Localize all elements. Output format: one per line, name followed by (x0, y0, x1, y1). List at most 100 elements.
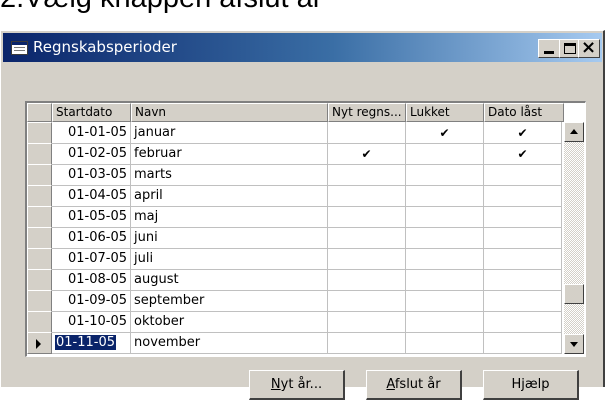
title-bar[interactable]: Regnskabsperioder × (3, 33, 602, 62)
cell-startdato[interactable]: 01-05-05 (52, 206, 131, 228)
column-header-startdato[interactable]: Startdato (52, 103, 131, 122)
column-header-navn[interactable]: Navn (131, 103, 328, 122)
cell-navn[interactable]: juli (131, 248, 328, 270)
cell-startdato[interactable]: 01-06-05 (52, 227, 131, 249)
close-button[interactable]: × (578, 38, 600, 58)
cell-lukket[interactable] (406, 332, 484, 354)
row-selector[interactable] (27, 122, 52, 144)
cell-dato-laast[interactable] (484, 290, 562, 312)
cell-lukket[interactable] (406, 206, 484, 228)
cell-startdato[interactable]: 01-03-05 (52, 164, 131, 186)
cell-navn[interactable]: august (131, 269, 328, 291)
afslut-aar-button[interactable]: Afslut år (366, 370, 462, 400)
table-row[interactable]: 01-06-05 juni (27, 227, 567, 249)
table-row[interactable]: 01-07-05 juli (27, 248, 567, 270)
cell-navn[interactable]: februar (131, 143, 328, 165)
table-row[interactable]: 01-09-05 september (27, 290, 567, 312)
row-selector[interactable] (27, 164, 52, 186)
cell-lukket[interactable] (406, 143, 484, 165)
cell-navn[interactable]: januar (131, 122, 328, 144)
cell-lukket[interactable] (406, 164, 484, 186)
cell-dato-laast[interactable] (484, 332, 562, 354)
cell-nyt-regnskabsaar[interactable] (328, 227, 406, 249)
cell-dato-laast[interactable] (484, 269, 562, 291)
cell-dato-laast[interactable] (484, 206, 562, 228)
row-selector[interactable] (27, 206, 52, 228)
minimize-button[interactable] (538, 39, 560, 58)
hjaelp-button[interactable]: Hjælp (483, 370, 579, 400)
cell-nyt-regnskabsaar[interactable] (328, 185, 406, 207)
maximize-icon (564, 43, 576, 54)
table-row[interactable]: 01-01-05 januar ✔ ✔ (27, 122, 567, 144)
cell-nyt-regnskabsaar[interactable] (328, 269, 406, 291)
cell-startdato[interactable]: 01-08-05 (52, 269, 131, 291)
cell-startdato[interactable]: 01-02-05 (52, 143, 131, 165)
row-selector[interactable] (27, 227, 52, 249)
table-row[interactable]: 01-04-05 april (27, 185, 567, 207)
table-row[interactable]: 01-11-05 november (27, 332, 567, 354)
cell-nyt-regnskabsaar[interactable] (328, 332, 406, 354)
vertical-scrollbar[interactable] (564, 122, 584, 354)
row-selector[interactable] (27, 311, 52, 333)
cell-navn[interactable]: september (131, 290, 328, 312)
cell-dato-laast[interactable] (484, 311, 562, 333)
row-selector[interactable] (27, 269, 52, 291)
cell-lukket[interactable] (406, 248, 484, 270)
scroll-down-button[interactable] (564, 334, 584, 354)
window-title: Regnskabsperioder (33, 38, 177, 56)
cell-navn[interactable]: marts (131, 164, 328, 186)
row-selector[interactable] (27, 332, 52, 354)
cell-nyt-regnskabsaar[interactable] (328, 311, 406, 333)
table-row[interactable]: 01-08-05 august (27, 269, 567, 291)
cell-dato-laast[interactable] (484, 248, 562, 270)
cell-dato-laast[interactable]: ✔ (484, 143, 562, 165)
cell-nyt-regnskabsaar[interactable]: ✔ (328, 143, 406, 165)
cell-startdato[interactable]: 01-07-05 (52, 248, 131, 270)
column-header-lukket[interactable]: Lukket (406, 103, 484, 122)
nyt-aar-button[interactable]: Nyt år... (249, 370, 345, 400)
cell-dato-laast[interactable]: ✔ (484, 122, 562, 144)
row-selector[interactable] (27, 248, 52, 270)
cell-startdato[interactable]: 01-11-05 (52, 332, 131, 354)
scroll-up-button[interactable] (564, 122, 584, 142)
cell-lukket[interactable] (406, 269, 484, 291)
cell-nyt-regnskabsaar[interactable] (328, 248, 406, 270)
cell-navn[interactable]: oktober (131, 311, 328, 333)
row-selector[interactable] (27, 185, 52, 207)
cell-dato-laast[interactable] (484, 227, 562, 249)
cell-nyt-regnskabsaar[interactable] (328, 122, 406, 144)
cell-lukket[interactable] (406, 311, 484, 333)
table-row[interactable]: 01-10-05 oktober (27, 311, 567, 333)
cell-nyt-regnskabsaar[interactable] (328, 290, 406, 312)
cell-startdato[interactable]: 01-09-05 (52, 290, 131, 312)
cell-nyt-regnskabsaar[interactable] (328, 206, 406, 228)
cell-navn[interactable]: april (131, 185, 328, 207)
cell-navn[interactable]: maj (131, 206, 328, 228)
table-row[interactable]: 01-02-05 februar ✔ ✔ (27, 143, 567, 165)
cell-navn[interactable]: juni (131, 227, 328, 249)
cell-lukket[interactable]: ✔ (406, 122, 484, 144)
regnskabsperioder-window: Regnskabsperioder × Startdato Navn Nyt r… (0, 30, 605, 400)
cell-dato-laast[interactable] (484, 185, 562, 207)
cell-lukket[interactable] (406, 290, 484, 312)
cell-startdato[interactable]: 01-01-05 (52, 122, 131, 144)
row-selector-header (27, 103, 52, 122)
column-header-dato-laast[interactable]: Dato låst (484, 103, 564, 122)
editing-value[interactable]: 01-11-05 (55, 335, 117, 350)
column-header-nyt-regnskabsaar[interactable]: Nyt regns... (328, 103, 406, 122)
cell-navn[interactable]: november (131, 332, 328, 354)
row-selector[interactable] (27, 143, 52, 165)
cell-startdato[interactable]: 01-04-05 (52, 185, 131, 207)
instruction-caption: 2.Vælg knappen afslut år (0, 0, 605, 14)
cell-lukket[interactable] (406, 185, 484, 207)
periods-table: Startdato Navn Nyt regns... Lukket Dato … (25, 101, 586, 357)
minimize-icon (544, 51, 554, 54)
cell-nyt-regnskabsaar[interactable] (328, 164, 406, 186)
cell-lukket[interactable] (406, 227, 484, 249)
row-selector[interactable] (27, 290, 52, 312)
cell-startdato[interactable]: 01-10-05 (52, 311, 131, 333)
cell-dato-laast[interactable] (484, 164, 562, 186)
scrollbar-thumb[interactable] (564, 284, 584, 304)
table-row[interactable]: 01-03-05 marts (27, 164, 567, 186)
table-row[interactable]: 01-05-05 maj (27, 206, 567, 228)
